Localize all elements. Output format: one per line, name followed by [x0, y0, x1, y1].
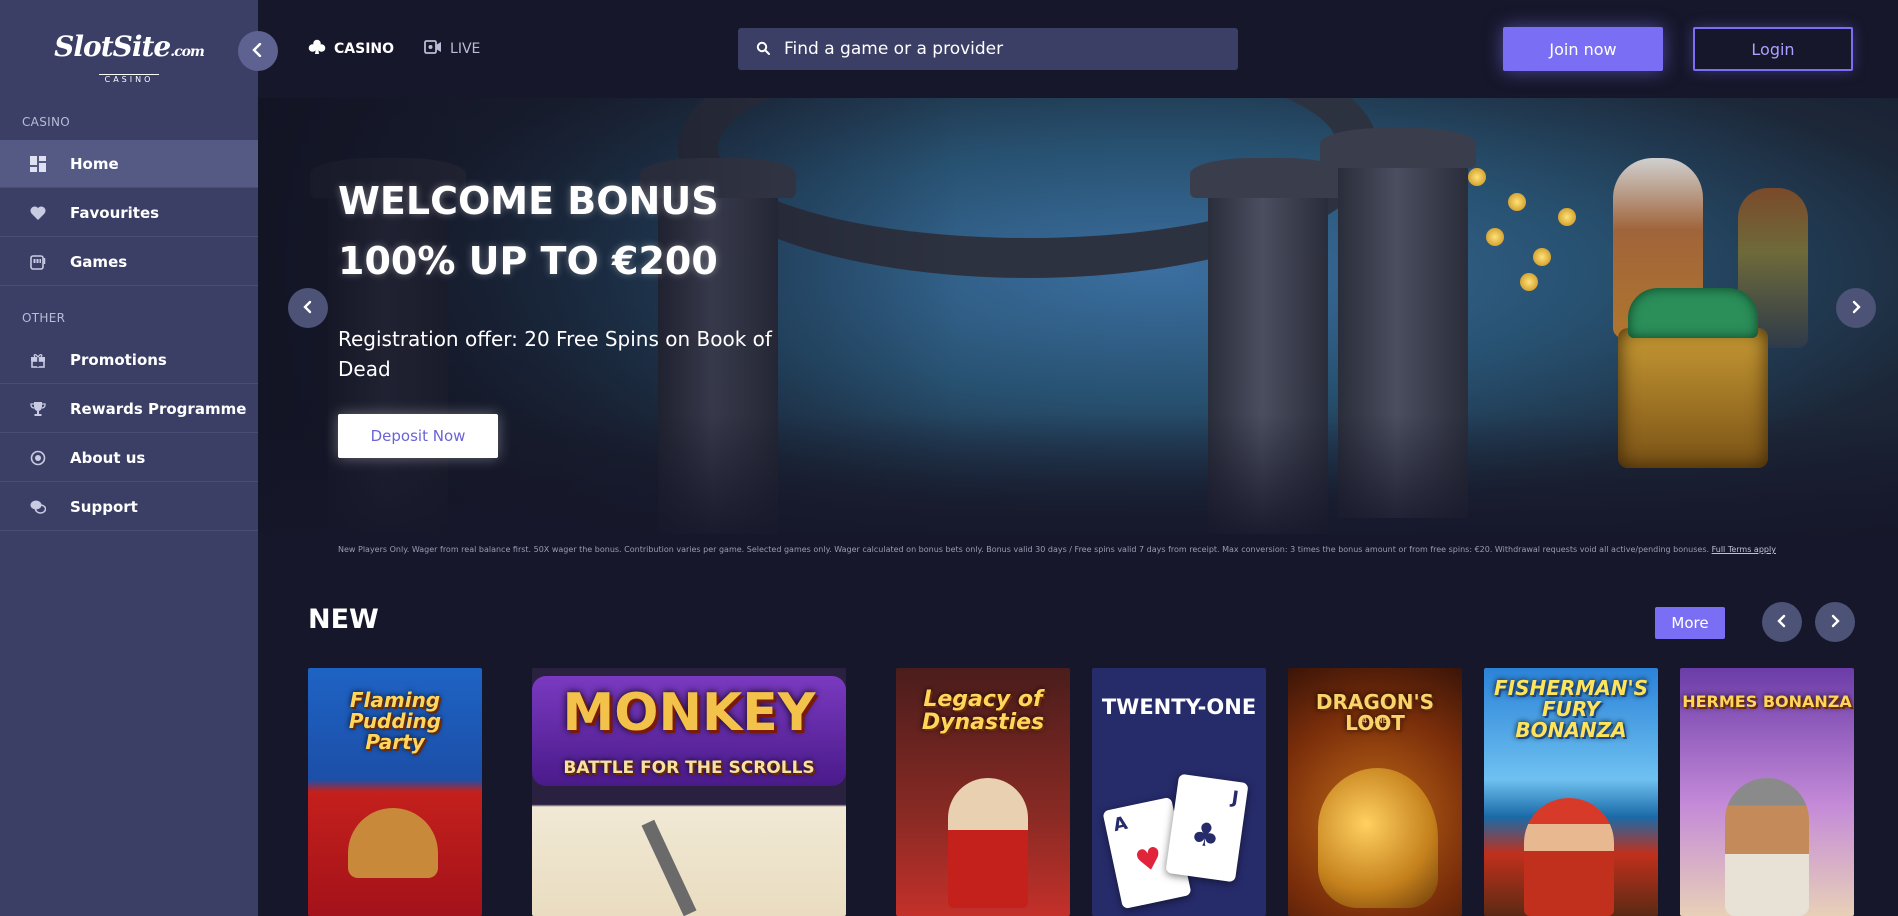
- hermes-character-image: [1725, 778, 1809, 916]
- game-title: Flaming Pudding Party: [348, 688, 442, 754]
- full-terms-link[interactable]: Full Terms apply: [1712, 545, 1776, 554]
- hero-subtitle: Registration offer: 20 Free Spins on Boo…: [338, 327, 772, 381]
- gold-coin-icon: [1533, 248, 1551, 266]
- treasure-chest-image: [1618, 288, 1768, 468]
- game-tile[interactable]: FISHERMAN'S FURY BONANZA: [1484, 668, 1658, 916]
- game-title: HERMES BONANZA: [1682, 692, 1852, 711]
- game-subtitle: BATTLE FOR THE SCROLLS: [563, 758, 815, 778]
- heart-suit-icon: ♥: [1132, 840, 1166, 881]
- hero-title-amount: 100% UP TO €200: [338, 239, 718, 283]
- game-tile[interactable]: TWENTY-ONE A ♥ J ♣: [1092, 668, 1266, 916]
- search-icon: [756, 40, 770, 59]
- gold-coin-icon: [1508, 193, 1526, 211]
- hero-title: WELCOME BONUS: [338, 179, 719, 223]
- hero-banner: WELCOME BONUS 100% UP TO €200 Registrati…: [258, 98, 1898, 534]
- info-circle-icon: [28, 450, 48, 466]
- game-tile[interactable]: Legacy of Dynasties: [896, 668, 1070, 916]
- sidebar-item-favourites[interactable]: Favourites: [0, 189, 258, 237]
- game-badge: 4 LINE: [1362, 716, 1388, 725]
- sidebar-item-label: Rewards Programme: [70, 399, 247, 418]
- logo-text: SlotSite.com: [54, 30, 205, 63]
- sword-image: [641, 819, 697, 916]
- bonus-disclaimer: New Players Only. Wager from real balanc…: [338, 545, 1776, 554]
- sidebar-item-about[interactable]: About us: [0, 434, 258, 482]
- top-nav: CASINO LIVE: [308, 39, 480, 59]
- game-title: Legacy of Dynasties: [921, 687, 1045, 736]
- join-now-button[interactable]: Join now: [1503, 27, 1663, 71]
- logo-subtitle: CASINO: [98, 74, 160, 84]
- clubs-icon: [308, 39, 326, 59]
- disclaimer-text: New Players Only. Wager from real balanc…: [338, 545, 1710, 554]
- fisherman-image: [1524, 798, 1614, 916]
- roast-chicken-image: [348, 808, 438, 878]
- home-grid-icon: [28, 155, 48, 172]
- game-title: DRAGON'S LOOT: [1315, 690, 1435, 735]
- more-button[interactable]: More: [1655, 607, 1725, 639]
- game-tile[interactable]: HERMES BONANZA: [1680, 668, 1854, 916]
- tab-label: LIVE: [450, 41, 481, 57]
- sidebar-collapse-button[interactable]: [238, 31, 278, 71]
- sidebar-item-label: Support: [70, 497, 138, 516]
- search-input[interactable]: [784, 39, 1204, 59]
- trophy-icon: [28, 401, 48, 417]
- gold-coin-icon: [1520, 273, 1538, 291]
- chat-icon: [28, 499, 48, 515]
- golden-dragon-image: [1318, 768, 1438, 908]
- tab-label: CASINO: [334, 41, 395, 57]
- live-camera-icon: [424, 39, 442, 59]
- club-suit-icon: ♣: [1188, 814, 1223, 856]
- site-logo[interactable]: SlotSite.com CASINO: [54, 30, 205, 85]
- sidebar-item-label: Games: [70, 252, 128, 271]
- login-button[interactable]: Login: [1693, 27, 1853, 71]
- sidebar: SlotSite.com CASINO CASINO Home Favourit…: [0, 0, 258, 916]
- sidebar-item-games[interactable]: Games: [0, 238, 258, 286]
- gold-coin-icon: [1468, 168, 1486, 186]
- tab-live[interactable]: LIVE: [424, 39, 480, 59]
- chevron-right-icon: [1851, 299, 1861, 318]
- sidebar-item-label: Favourites: [70, 203, 160, 222]
- chevron-left-icon: [252, 42, 264, 61]
- chevron-left-icon: [303, 299, 313, 318]
- game-title: FISHERMAN'S FURY BONANZA: [1494, 676, 1648, 742]
- sidebar-item-promotions[interactable]: Promotions: [0, 336, 258, 384]
- sidebar-item-label: Home: [70, 154, 119, 173]
- section-title-new: NEW: [308, 604, 379, 635]
- slot-machine-icon: [28, 254, 48, 270]
- game-tile[interactable]: Flaming Pudding Party: [308, 668, 482, 916]
- game-character-image: [948, 778, 1028, 908]
- gold-coin-icon: [1558, 208, 1576, 226]
- gift-icon: [28, 352, 48, 368]
- hero-prev-button[interactable]: [288, 288, 328, 328]
- sidebar-item-rewards[interactable]: Rewards Programme: [0, 385, 258, 433]
- search-bar[interactable]: [738, 28, 1238, 70]
- game-title: MONKEY: [562, 683, 816, 743]
- chevron-left-icon: [1777, 613, 1787, 632]
- sidebar-section-casino: CASINO: [22, 115, 70, 129]
- games-prev-button[interactable]: [1762, 602, 1802, 642]
- sidebar-item-home[interactable]: Home: [0, 140, 258, 188]
- playing-card-jack: J ♣: [1165, 773, 1249, 883]
- sidebar-item-label: About us: [70, 448, 146, 467]
- hero-next-button[interactable]: [1836, 288, 1876, 328]
- games-next-button[interactable]: [1815, 602, 1855, 642]
- sidebar-item-support[interactable]: Support: [0, 483, 258, 531]
- heart-icon: [28, 205, 48, 220]
- game-tile[interactable]: DRAGON'S LOOT 4 LINE: [1288, 668, 1462, 916]
- game-title: TWENTY-ONE: [1101, 695, 1257, 719]
- deposit-now-button[interactable]: Deposit Now: [338, 414, 498, 458]
- tab-casino[interactable]: CASINO: [308, 39, 394, 59]
- sidebar-item-label: Promotions: [70, 350, 167, 369]
- game-tile[interactable]: MONKEY BATTLE FOR THE SCROLLS: [532, 668, 846, 916]
- chevron-right-icon: [1830, 613, 1840, 632]
- sidebar-section-other: OTHER: [22, 311, 66, 325]
- gold-coin-icon: [1486, 228, 1504, 246]
